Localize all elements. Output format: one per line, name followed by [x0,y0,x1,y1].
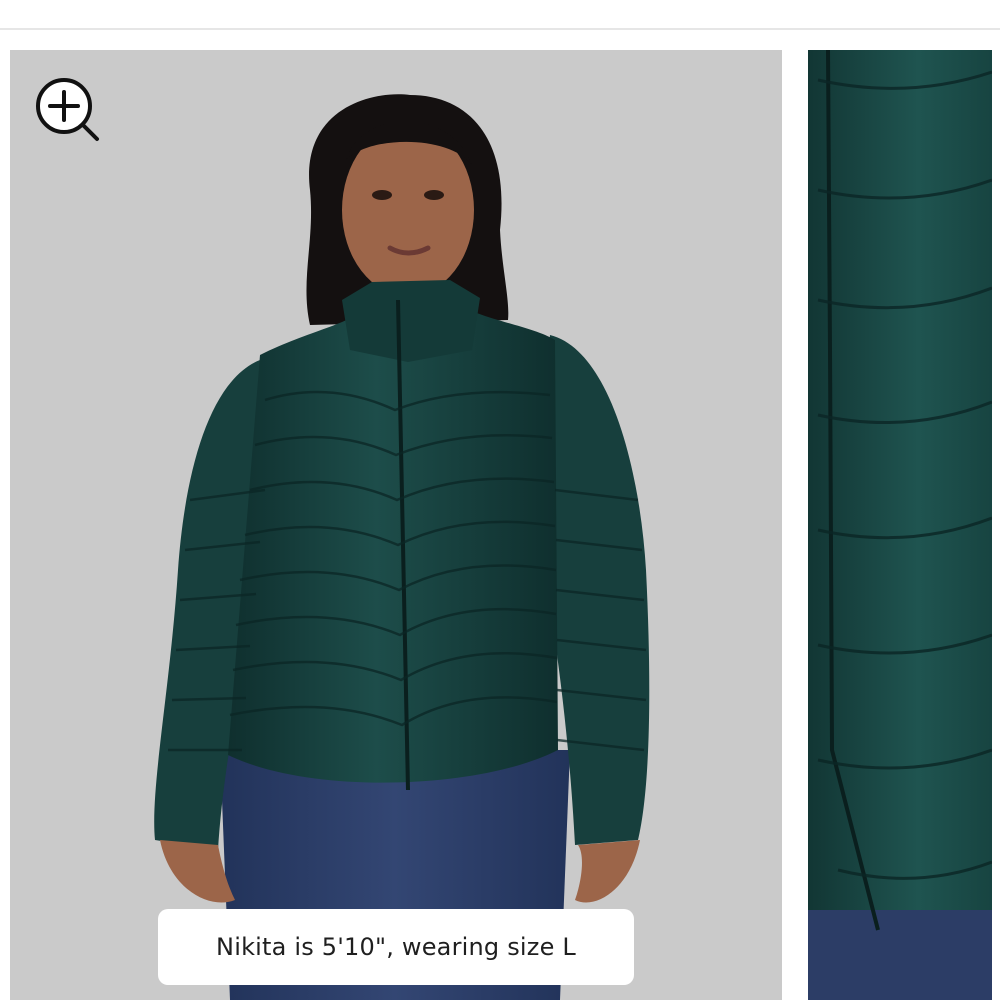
jacket-closeup-photo [808,50,992,1000]
header-divider [0,28,1000,30]
zoom-in-icon [36,78,99,141]
zoom-button[interactable] [34,76,102,144]
product-image-next[interactable] [808,50,992,1000]
model-photo [154,94,650,1000]
model-size-caption: Nikita is 5'10", wearing size L [158,909,634,985]
product-image-main[interactable]: Nikita is 5'10", wearing size L [10,50,782,1000]
product-image-gallery: Nikita is 5'10", wearing size L [0,50,1000,1000]
